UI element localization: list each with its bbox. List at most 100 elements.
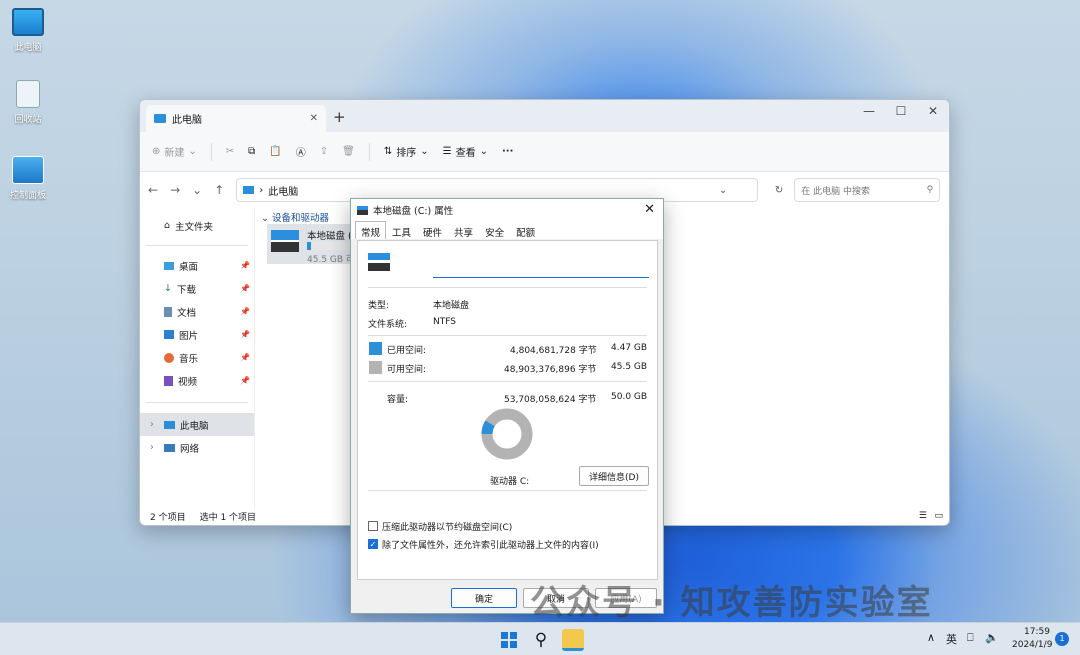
dialog-tabs: 常规 工具 硬件 共享 安全 配额 <box>351 221 663 239</box>
clock-date[interactable]: 2024/1/9 <box>1012 640 1052 650</box>
free-bytes: 48,903,376,896 字节 <box>504 365 597 375</box>
drive-name-input[interactable] <box>433 259 649 278</box>
video-icon <box>164 375 173 386</box>
view-button[interactable]: ☰ 查看 ⌄ <box>443 144 488 159</box>
drive-item-c[interactable]: 本地磁盘 (C:) 45.5 GB 可用 <box>267 224 365 265</box>
sidebar-item-desktop[interactable]: 桌面 📌 <box>140 254 254 277</box>
forward-icon[interactable]: → <box>170 183 180 197</box>
delete-icon[interactable]: 🗑 <box>342 146 355 157</box>
drive-icon <box>368 253 390 271</box>
sidebar-item-videos[interactable]: 视频 📌 <box>140 369 254 392</box>
cut-icon[interactable]: ✂ <box>226 146 234 157</box>
taskbar: ⚲ ∧ 英 ⎕ 🔈 17:59 2024/1/9 1 <box>0 622 1080 655</box>
copy-icon[interactable]: ⧉ <box>248 146 255 157</box>
expand-chevron-icon: › <box>150 442 154 453</box>
monitor-icon <box>12 8 44 36</box>
expand-chevron-icon: › <box>150 419 154 430</box>
tab-security[interactable]: 安全 <box>479 221 510 239</box>
paste-icon[interactable]: 📋 <box>269 146 281 157</box>
file-explorer-icon[interactable] <box>562 629 584 651</box>
sort-icon: ⇅ <box>383 146 393 157</box>
address-dropdown-icon[interactable]: ⌄ <box>719 185 727 196</box>
clock-time[interactable]: 17:59 <box>1024 627 1050 637</box>
group-header[interactable]: ⌄ 设备和驱动器 <box>261 210 329 224</box>
pin-icon: 📌 <box>240 284 250 293</box>
pin-icon: 📌 <box>240 330 250 339</box>
picture-icon <box>164 330 174 339</box>
more-options-button[interactable]: ··· <box>502 146 513 157</box>
refresh-icon[interactable]: ↻ <box>775 185 783 196</box>
recent-chevron-icon[interactable]: ⌄ <box>192 183 202 197</box>
compress-checkbox[interactable] <box>368 521 378 531</box>
sidebar-item-downloads[interactable]: ↓ 下载 📌 <box>140 277 254 300</box>
pin-icon: 📌 <box>240 307 250 316</box>
tiles-view-icon[interactable]: ▭ <box>934 511 943 521</box>
command-bar: ⊕ 新建 ⌄ ✂ ⧉ 📋 Ⓐ ⇪ 🗑 ⇅ 排序 ⌄ ☰ 查看 ⌄ ··· <box>140 132 949 172</box>
desktop-icon-this-pc[interactable]: 此电脑 <box>8 8 48 53</box>
start-icon[interactable] <box>498 629 520 651</box>
maximize-button[interactable]: ☐ <box>886 104 916 118</box>
details-view-icon[interactable]: ☰ <box>919 511 927 521</box>
language-indicator[interactable]: 英 <box>946 631 957 647</box>
new-tab-button[interactable]: + <box>333 108 346 126</box>
desktop-icon-control-panel[interactable]: 控制面板 <box>8 156 48 201</box>
sidebar-item-music[interactable]: 音乐 📌 <box>140 346 254 369</box>
explorer-titlebar: 此电脑 ✕ + — ☐ ✕ <box>140 100 949 132</box>
network-icon[interactable]: ⎕ <box>967 631 974 645</box>
monitor-icon <box>243 186 255 194</box>
tab-hardware[interactable]: 硬件 <box>417 221 448 239</box>
search-icon[interactable]: ⚲ <box>530 629 552 651</box>
tab-tools[interactable]: 工具 <box>386 221 417 239</box>
plus-circle-icon: ⊕ <box>152 146 161 157</box>
close-tab-icon[interactable]: ✕ <box>310 113 318 124</box>
tab-quota[interactable]: 配额 <box>510 221 541 239</box>
donut-free <box>481 408 533 460</box>
share-icon[interactable]: ⇪ <box>320 146 328 157</box>
minimize-button[interactable]: — <box>854 104 884 118</box>
desktop-icon <box>164 261 174 270</box>
download-icon: ↓ <box>164 283 172 294</box>
search-input[interactable]: 在 此电脑 中搜索 ⚲ <box>794 178 941 202</box>
control-panel-icon <box>12 156 44 184</box>
breadcrumb-chevron-icon: › <box>259 184 264 196</box>
home-icon: ⌂ <box>164 220 171 231</box>
sidebar-item-this-pc[interactable]: › 此电脑 <box>140 413 254 436</box>
used-gb: 4.47 GB <box>611 343 648 353</box>
tab-sharing[interactable]: 共享 <box>448 221 479 239</box>
desktop-icon-recycle-bin[interactable]: 回收站 <box>8 80 48 125</box>
notification-badge[interactable]: 1 <box>1055 632 1069 646</box>
navigation-pane: ⌂ 主文件夹 桌面 📌 ↓ 下载 📌 文档 📌 图片 📌 音乐 📌 视频 📌 › 此电脑 › 网络 <box>140 208 254 508</box>
ok-button[interactable]: 确定 <box>451 588 517 608</box>
tab-this-pc[interactable]: 此电脑 ✕ <box>146 105 326 132</box>
index-checkbox[interactable]: ✓ <box>368 539 378 549</box>
filesystem-value: NTFS <box>433 317 456 327</box>
type-value: 本地磁盘 <box>433 301 470 311</box>
dialog-titlebar: 本地磁盘 (C:) 属性 ✕ <box>351 199 663 221</box>
sidebar-item-home[interactable]: ⌂ 主文件夹 <box>140 214 254 237</box>
drive-properties-dialog: 本地磁盘 (C:) 属性 ✕ 常规 工具 硬件 共享 安全 配额 类型: 本地磁… <box>350 198 664 614</box>
sidebar-item-documents[interactable]: 文档 📌 <box>140 300 254 323</box>
close-button[interactable]: ✕ <box>918 104 948 118</box>
pin-icon: 📌 <box>240 261 250 270</box>
details-button[interactable]: 详细信息(D) <box>579 466 649 486</box>
sidebar-item-network[interactable]: › 网络 <box>140 436 254 459</box>
rename-icon[interactable]: Ⓐ <box>296 144 306 159</box>
up-icon[interactable]: ↑ <box>214 183 224 197</box>
back-icon[interactable]: ← <box>148 183 158 197</box>
sidebar-item-pictures[interactable]: 图片 📌 <box>140 323 254 346</box>
drive-icon <box>357 205 368 215</box>
used-bytes: 4,804,681,728 字节 <box>510 346 597 356</box>
free-gb: 45.5 GB <box>611 362 648 372</box>
tab-general[interactable]: 常规 <box>355 221 387 239</box>
capacity-bytes: 53,708,058,624 字节 <box>504 395 597 405</box>
breadcrumb: 此电脑 <box>268 186 299 198</box>
close-icon[interactable]: ✕ <box>644 202 655 217</box>
new-button[interactable]: ⊕ 新建 ⌄ <box>152 144 197 159</box>
recycle-bin-icon <box>16 80 40 108</box>
capacity-gb: 50.0 GB <box>611 392 648 402</box>
music-icon <box>164 352 174 363</box>
chevron-up-icon[interactable]: ∧ <box>927 631 935 644</box>
monitor-icon <box>164 420 175 429</box>
volume-icon[interactable]: 🔈 <box>985 631 999 644</box>
sort-button[interactable]: ⇅ 排序 ⌄ <box>384 144 429 159</box>
